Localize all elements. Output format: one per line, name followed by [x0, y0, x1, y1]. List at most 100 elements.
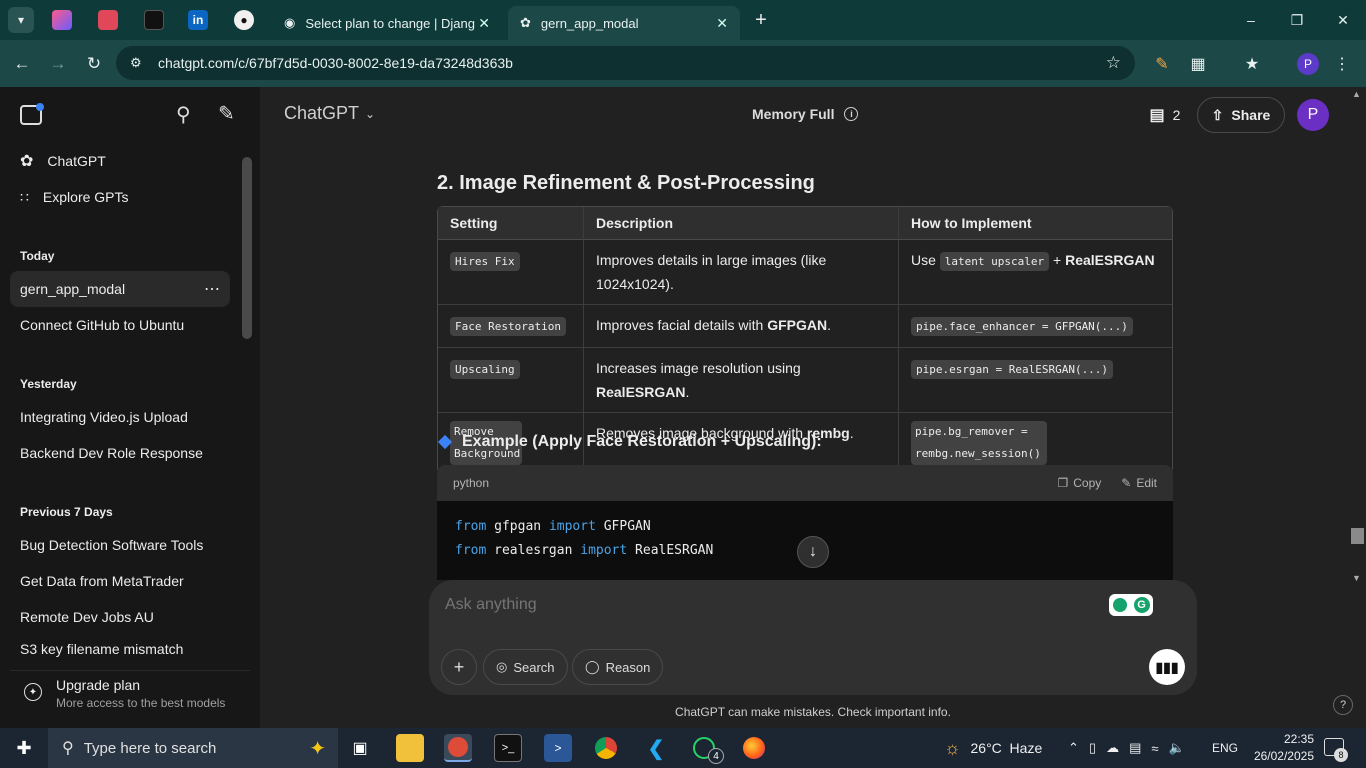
close-window-button[interactable]: ✕: [1320, 0, 1366, 40]
info-icon[interactable]: i: [844, 107, 859, 121]
bookmark-star-icon[interactable]: ☆: [1106, 53, 1121, 73]
taskbar-search-box[interactable]: ⚲ Type here to search ✦: [48, 728, 338, 768]
description-bold: RealESRGAN: [596, 384, 686, 400]
chrome-profile-icon[interactable]: [444, 734, 472, 762]
code-line: from gfpgan import GFPGAN: [455, 515, 1155, 539]
weather-widget[interactable]: ☼ 26°C Haze: [944, 728, 1042, 768]
copy-button[interactable]: ❐ Copy: [1057, 476, 1101, 490]
close-icon[interactable]: ✕: [716, 15, 728, 32]
upgrade-title: Upgrade plan: [56, 677, 141, 693]
new-chat-icon[interactable]: ✎: [218, 101, 235, 126]
forward-button[interactable]: →: [46, 52, 70, 76]
language-indicator[interactable]: ENG: [1212, 728, 1238, 768]
scroll-down-arrow-icon[interactable]: ▼: [1352, 573, 1361, 583]
code-name: RealESRGAN: [635, 543, 714, 558]
chat-item[interactable]: gern_app_modal ⋯: [10, 271, 230, 307]
main-scrollbar-track[interactable]: [1350, 87, 1366, 587]
powershell-icon[interactable]: >: [544, 734, 572, 762]
restore-button[interactable]: ❐: [1274, 0, 1320, 40]
chat-item-label: Remote Dev Jobs AU: [20, 609, 154, 625]
memory-status[interactable]: Memory Full i: [752, 106, 859, 122]
scroll-to-bottom-button[interactable]: ↓: [797, 536, 829, 568]
battery-icon[interactable]: ▤: [1129, 740, 1141, 756]
main-scrollbar-thumb[interactable]: [1351, 528, 1364, 544]
chrome-icon[interactable]: [592, 734, 620, 762]
pen-extension-icon[interactable]: ✎: [1150, 52, 1174, 76]
reload-button[interactable]: ↻: [82, 52, 106, 76]
firefox-icon[interactable]: [740, 734, 768, 762]
pinned-tab-linkedin-icon[interactable]: in: [188, 10, 208, 30]
table-row: Face Restoration Improves facial details…: [438, 304, 1172, 347]
model-selector[interactable]: ChatGPT ⌄: [284, 103, 375, 124]
close-icon[interactable]: ✕: [478, 15, 490, 32]
wifi-icon[interactable]: ≈: [1151, 741, 1158, 756]
share-icon: ⇧: [1211, 106, 1224, 123]
chat-item[interactable]: Integrating Video.js Upload: [10, 399, 230, 435]
impl-bold: RealESRGAN: [1065, 252, 1155, 268]
windows-start-icon[interactable]: ✚: [10, 734, 38, 762]
device-icon[interactable]: ▯: [1089, 740, 1096, 756]
firefox-logo-icon: [743, 737, 765, 759]
edit-button[interactable]: ✎ Edit: [1121, 476, 1157, 490]
chat-item-label: S3 key filename mismatch: [20, 641, 184, 657]
impl-text: Use: [911, 252, 936, 268]
task-view-icon[interactable]: ▣: [346, 734, 374, 762]
url-text: chatgpt.com/c/67bf7d5d-0030-8002-8e19-da…: [158, 55, 513, 71]
search-chats-icon[interactable]: ⚲: [176, 102, 191, 127]
chat-item[interactable]: Remote Dev Jobs AU: [10, 599, 230, 635]
pinned-tab-terminal-icon[interactable]: [144, 10, 164, 30]
terminal-icon[interactable]: >_: [494, 734, 522, 762]
chevron-up-icon[interactable]: ⌃: [1068, 740, 1079, 756]
tab-title: Select plan to change | Django: [305, 15, 476, 31]
tab-django[interactable]: ◉ Select plan to change | Django ✕: [272, 6, 502, 40]
tab-search-button[interactable]: ▾: [8, 7, 34, 33]
upgrade-plan-button[interactable]: ✦ Upgrade plan More access to the best m…: [10, 670, 250, 714]
more-options-icon[interactable]: ⋯: [204, 279, 220, 299]
chat-item[interactable]: Get Data from MetaTrader: [10, 563, 230, 599]
menu-kebab-icon[interactable]: ⋮: [1330, 52, 1354, 76]
globe-icon: ◉: [284, 15, 296, 30]
user-avatar[interactable]: P: [1297, 99, 1329, 131]
copy-label: Copy: [1073, 476, 1102, 490]
reason-button[interactable]: ◯ Reason: [572, 649, 664, 685]
address-bar[interactable]: ⚙ chatgpt.com/c/67bf7d5d-0030-8002-8e19-…: [116, 46, 1135, 80]
chat-item[interactable]: Bug Detection Software Tools: [10, 527, 230, 563]
voice-mode-button[interactable]: ▮▮▮: [1149, 649, 1185, 685]
back-button[interactable]: ←: [10, 52, 34, 76]
lightbulb-icon: ◯: [585, 659, 600, 674]
pinned-tab-app-icon[interactable]: [52, 10, 72, 30]
message-input[interactable]: [445, 594, 1085, 616]
minimize-button[interactable]: –: [1228, 0, 1274, 40]
scroll-up-arrow-icon[interactable]: ▲: [1352, 89, 1361, 99]
memory-label: Memory Full: [752, 106, 835, 122]
chat-item[interactable]: Backend Dev Role Response: [10, 435, 230, 471]
cloud-icon[interactable]: ☁: [1106, 740, 1119, 756]
file-explorer-icon[interactable]: [396, 734, 424, 762]
chat-item-label: Backend Dev Role Response: [20, 445, 203, 461]
chat-item[interactable]: Connect GitHub to Ubuntu: [10, 307, 230, 343]
attach-button[interactable]: +: [441, 649, 477, 685]
profile-avatar[interactable]: P: [1297, 53, 1319, 75]
search-button[interactable]: ◎ Search: [483, 649, 568, 685]
pinned-tab-github-icon[interactable]: ●: [234, 10, 254, 30]
volume-icon[interactable]: 🔈: [1169, 740, 1185, 756]
bookmarks-icon[interactable]: ★: [1240, 52, 1264, 76]
site-info-icon[interactable]: ⚙: [130, 55, 142, 71]
vscode-icon[interactable]: ❮: [642, 734, 670, 762]
new-tab-button[interactable]: +: [750, 8, 772, 32]
extensions-puzzle-icon[interactable]: ▦: [1186, 52, 1210, 76]
canvas-count-button[interactable]: ▤ 2: [1144, 99, 1186, 131]
table-header-row: Setting Description How to Implement: [438, 207, 1172, 240]
tab-chatgpt[interactable]: ✿ gern_app_modal ✕: [508, 6, 740, 40]
clock[interactable]: 22:35 26/02/2025: [1252, 731, 1314, 765]
sidebar-scrollbar[interactable]: [242, 157, 252, 339]
search-label: Search: [513, 659, 555, 675]
sidebar-item-chatgpt[interactable]: ✿ ChatGPT: [10, 143, 230, 179]
section-heading-today: Today: [20, 249, 55, 263]
pinned-tab-red-icon[interactable]: [98, 10, 118, 30]
share-button[interactable]: ⇧ Share: [1197, 97, 1285, 133]
sidebar-item-explore-gpts[interactable]: ∷ Explore GPTs: [10, 179, 230, 215]
grammarly-extension-icon[interactable]: G: [1109, 594, 1153, 616]
chat-item[interactable]: S3 key filename mismatch: [10, 635, 230, 657]
help-icon[interactable]: ?: [1333, 695, 1353, 715]
